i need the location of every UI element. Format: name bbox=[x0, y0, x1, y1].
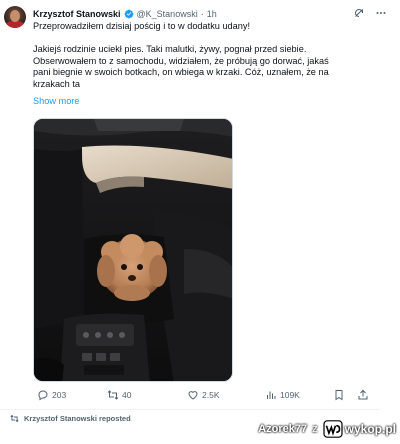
top-icons bbox=[352, 6, 388, 20]
share-button[interactable] bbox=[357, 389, 372, 401]
like-icon bbox=[188, 391, 198, 400]
bookmark-icon bbox=[335, 390, 343, 401]
watermark-brand: wykop.pl bbox=[344, 422, 396, 436]
tweet-actions: 203 40 2.5K 109K bbox=[33, 389, 373, 403]
retweet-small-icon bbox=[10, 414, 19, 423]
separator-dot: · bbox=[200, 9, 204, 19]
watermark-author: Azorek77 bbox=[258, 423, 308, 435]
tweet-text-line: krzakach ta bbox=[33, 78, 80, 89]
views-icon bbox=[267, 391, 276, 399]
repost-notice[interactable]: Krzysztof Stanowski reposted bbox=[10, 414, 131, 423]
tweet-text-line: Jakiejś rodzinie uciekł pies. Taki malut… bbox=[33, 44, 307, 54]
reply-count: 203 bbox=[52, 390, 67, 400]
author-name[interactable]: Krzysztof Stanowski bbox=[33, 9, 121, 19]
watermark-connector: z bbox=[312, 423, 318, 435]
grok-icon[interactable] bbox=[352, 6, 366, 20]
bookmark-button[interactable] bbox=[333, 389, 348, 401]
retweet-button[interactable]: 40 bbox=[107, 389, 131, 401]
repost-notice-text: Krzysztof Stanowski reposted bbox=[24, 414, 131, 423]
retweet-icon bbox=[107, 390, 119, 400]
tweet-text-line: pani biegnie w swoich botkach, on wbiega… bbox=[33, 67, 329, 77]
retweet-count: 40 bbox=[122, 390, 132, 400]
tweet-time[interactable]: 1h bbox=[207, 9, 217, 19]
author-handle[interactable]: @K_Stanowski bbox=[137, 9, 198, 19]
tweet-text-line: Obserwowałem to z samochodu, widziałem, … bbox=[33, 55, 329, 66]
tweet-header: Krzysztof Stanowski @K_Stanowski · 1h bbox=[33, 7, 217, 21]
verified-badge-icon bbox=[124, 9, 133, 19]
like-count: 2.5K bbox=[202, 390, 220, 400]
views-button[interactable]: 109K bbox=[265, 389, 300, 401]
reply-icon bbox=[38, 390, 48, 401]
wykop-watermark: Azorek77 z wykop.pl bbox=[258, 420, 396, 438]
more-icon[interactable] bbox=[374, 6, 388, 20]
show-more-link[interactable]: Show more bbox=[33, 96, 79, 106]
dog-in-car-photo bbox=[34, 119, 232, 381]
wykop-logo-icon bbox=[323, 420, 343, 438]
tweet-card[interactable]: Krzysztof Stanowski @K_Stanowski · 1h Pr… bbox=[0, 0, 400, 444]
divider bbox=[0, 409, 380, 410]
tweet-text-line: Przeprowadziłem dzisiaj pościg i to w do… bbox=[33, 21, 251, 31]
like-button[interactable]: 2.5K bbox=[187, 389, 220, 401]
reply-button[interactable]: 203 bbox=[37, 389, 66, 401]
tweet-photo[interactable] bbox=[33, 118, 233, 382]
share-icon bbox=[358, 389, 368, 400]
avatar[interactable] bbox=[4, 6, 26, 28]
views-count: 109K bbox=[280, 390, 300, 400]
